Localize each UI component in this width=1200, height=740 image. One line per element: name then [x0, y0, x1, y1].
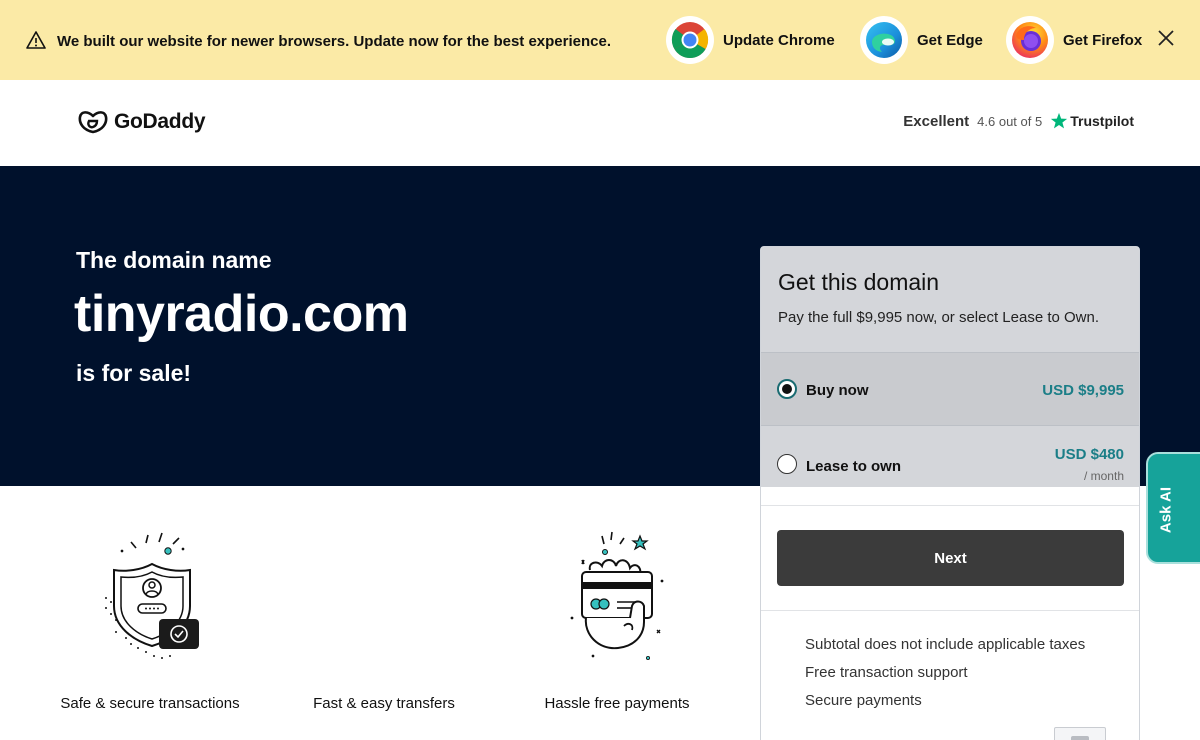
security-badge-icon — [1054, 727, 1106, 740]
card-subtitle: Pay the full $9,995 now, or select Lease… — [778, 309, 1100, 326]
get-edge-link[interactable]: Get Edge — [860, 16, 983, 64]
hero-domain-name: tinyradio.com — [74, 285, 409, 343]
bullet-taxes: Subtotal does not include applicable tax… — [805, 636, 1086, 653]
feature-label-secure: Safe & secure transactions — [60, 695, 240, 712]
warning-icon — [26, 31, 46, 49]
banner-message: We built our website for newer browsers.… — [57, 33, 612, 50]
feature-label-transfers: Fast & easy transfers — [313, 695, 455, 712]
buy-now-price: USD $9,995 — [1042, 382, 1124, 399]
buy-now-label: Buy now — [806, 382, 869, 399]
browser-update-banner: We built our website for newer browsers.… — [0, 0, 1200, 80]
update-chrome-label: Update Chrome — [723, 31, 835, 49]
firefox-logo-icon — [1006, 16, 1054, 64]
card-title: Get this domain — [778, 269, 940, 295]
edge-logo-icon — [860, 16, 908, 64]
trustpilot-rating[interactable]: Excellent 4.6 out of 5 Trustpilot — [903, 112, 1134, 130]
lease-to-own-label: Lease to own — [806, 458, 902, 475]
site-header: GoDaddy Excellent 4.6 out of 5 Trustpilo… — [0, 80, 1200, 166]
buy-now-radio[interactable] — [777, 379, 797, 399]
lease-to-own-radio[interactable] — [777, 454, 797, 474]
trustpilot-wordmark: Trustpilot — [1070, 113, 1134, 129]
bullet-secure: Secure payments — [805, 692, 922, 709]
hero-pretitle: The domain name — [76, 247, 272, 273]
option-buy-now[interactable]: Buy now USD $9,995 — [761, 352, 1139, 425]
bullet-support: Free transaction support — [805, 664, 968, 681]
update-chrome-link[interactable]: Update Chrome — [666, 16, 835, 64]
ask-ai-tab[interactable]: Ask AI — [1146, 452, 1200, 564]
lease-period: / month — [1083, 469, 1124, 483]
chrome-logo-icon — [666, 16, 714, 64]
hero-subtitle: is for sale! — [76, 360, 192, 386]
option-lease-to-own[interactable]: Lease to own USD $480 / month — [761, 425, 1139, 487]
ask-ai-label: Ask AI — [1157, 486, 1175, 534]
close-icon[interactable] — [1156, 28, 1176, 48]
payment-card-icon — [570, 531, 664, 661]
get-firefox-label: Get Firefox — [1063, 31, 1143, 49]
next-button[interactable]: Next — [777, 530, 1124, 586]
get-firefox-link[interactable]: Get Firefox — [1006, 16, 1142, 64]
rating-score: 4.6 out of 5 — [977, 113, 1043, 129]
brand-logo-link[interactable]: GoDaddy — [77, 108, 206, 136]
godaddy-logo-icon — [78, 111, 108, 134]
feature-label-payments: Hassle free payments — [544, 695, 690, 712]
trustpilot-star-icon — [1051, 112, 1068, 129]
get-edge-label: Get Edge — [917, 31, 983, 49]
brand-name: GoDaddy — [114, 110, 206, 133]
lease-price: USD $480 — [1054, 446, 1124, 463]
card-divider — [761, 505, 1139, 506]
shield-icon — [105, 532, 199, 659]
purchase-card: Get this domain Pay the full $9,995 now,… — [760, 246, 1140, 740]
rating-label: Excellent — [903, 112, 970, 130]
card-divider — [761, 610, 1139, 611]
